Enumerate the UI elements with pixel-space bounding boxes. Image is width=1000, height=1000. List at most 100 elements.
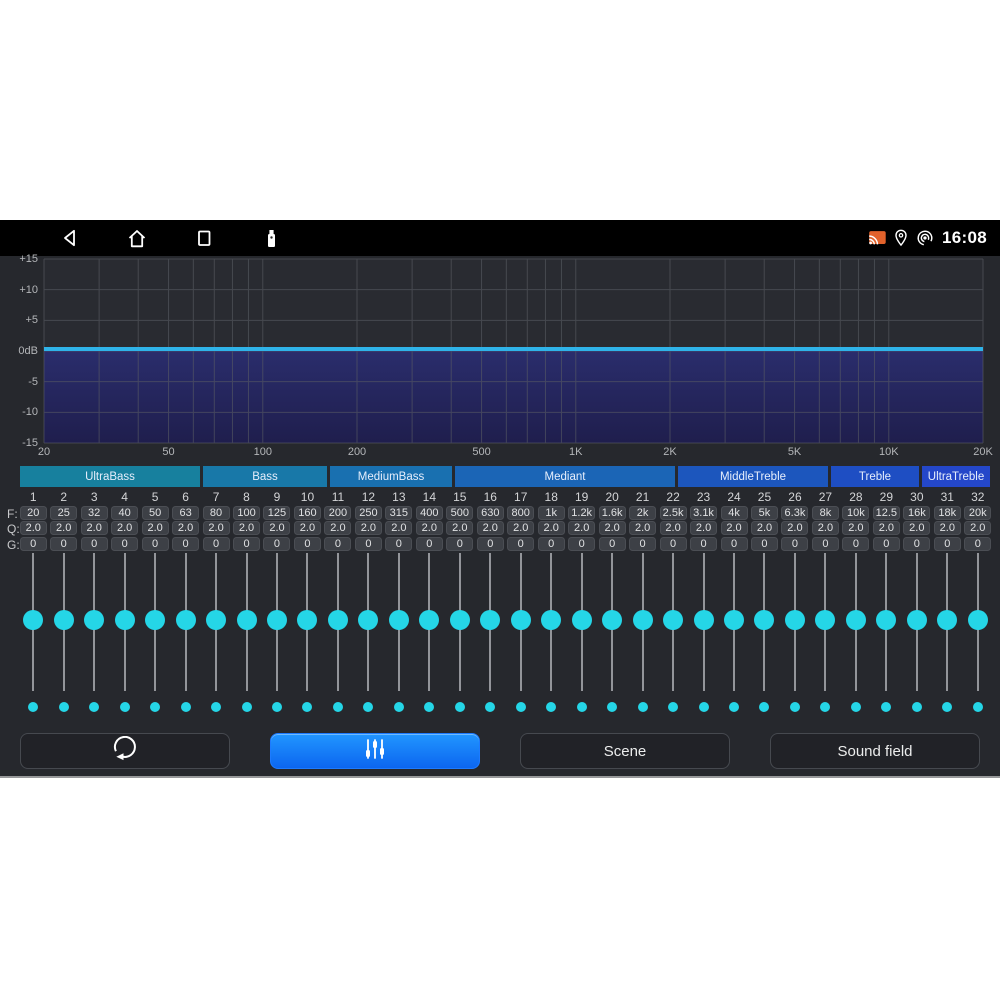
eq-band-slider[interactable] — [323, 552, 353, 732]
slider-thumb[interactable] — [328, 610, 348, 630]
band-number: 29 — [880, 490, 893, 504]
x-tick-label: 2K — [663, 446, 676, 458]
slider-thumb[interactable] — [633, 610, 653, 630]
sound-field-button-label: Sound field — [837, 743, 912, 760]
eq-band-slider[interactable] — [384, 552, 414, 732]
slider-thumb[interactable] — [815, 610, 835, 630]
eq-band-slider[interactable] — [445, 552, 475, 732]
slider-thumb[interactable] — [115, 610, 135, 630]
slider-thumb[interactable] — [937, 610, 957, 630]
slider-thumb[interactable] — [237, 610, 257, 630]
eq-band-slider[interactable] — [262, 552, 292, 732]
frequency-value: 1.2k — [568, 506, 595, 520]
q-value: 2.0 — [142, 521, 169, 535]
sound-field-button[interactable]: Sound field — [770, 733, 980, 769]
slider-thumb[interactable] — [297, 610, 317, 630]
slider-thumb[interactable] — [968, 610, 988, 630]
band-group-bass[interactable]: Bass — [203, 466, 327, 487]
slider-thumb[interactable] — [23, 610, 43, 630]
q-value: 2.0 — [263, 521, 290, 535]
slider-thumb[interactable] — [724, 610, 744, 630]
band-group-mediant[interactable]: Mediant — [455, 466, 675, 487]
band-group-ultratreble[interactable]: UltraTreble — [922, 466, 990, 487]
recents-icon[interactable] — [192, 226, 216, 250]
gain-value: 0 — [233, 537, 260, 551]
eq-band-slider[interactable] — [810, 552, 840, 732]
scene-button[interactable]: Scene — [520, 733, 730, 769]
frequency-value: 500 — [446, 506, 473, 520]
eq-band-slider[interactable] — [963, 552, 993, 732]
band-number: 15 — [453, 490, 466, 504]
eq-band-slider[interactable] — [475, 552, 505, 732]
equalizer-button[interactable] — [270, 733, 480, 769]
slider-thumb[interactable] — [206, 610, 226, 630]
eq-band-slider[interactable] — [353, 552, 383, 732]
eq-band-slider[interactable] — [506, 552, 536, 732]
frequency-value: 6.3k — [781, 506, 808, 520]
slider-thumb[interactable] — [419, 610, 439, 630]
slider-thumb[interactable] — [450, 610, 470, 630]
eq-band-slider[interactable] — [688, 552, 718, 732]
gain-value: 0 — [385, 537, 412, 551]
eq-band-slider[interactable] — [48, 552, 78, 732]
band-group-ultrabass[interactable]: UltraBass — [20, 466, 200, 487]
eq-band-slider[interactable] — [170, 552, 200, 732]
eq-band-slider[interactable] — [719, 552, 749, 732]
band-indicator-dot — [28, 702, 38, 712]
eq-band-slider[interactable] — [566, 552, 596, 732]
eq-band-slider[interactable] — [932, 552, 962, 732]
slider-thumb[interactable] — [785, 610, 805, 630]
reset-button[interactable] — [20, 733, 230, 769]
eq-band-slider[interactable] — [841, 552, 871, 732]
eq-band-slider[interactable] — [536, 552, 566, 732]
eq-band-slider[interactable] — [597, 552, 627, 732]
band-indicator-dot — [699, 702, 709, 712]
eq-band-slider[interactable] — [292, 552, 322, 732]
slider-thumb[interactable] — [84, 610, 104, 630]
band-group-treble[interactable]: Treble — [831, 466, 919, 487]
eq-band-slider[interactable] — [109, 552, 139, 732]
slider-thumb[interactable] — [54, 610, 74, 630]
slider-thumb[interactable] — [876, 610, 896, 630]
q-value: 2.0 — [172, 521, 199, 535]
slider-thumb[interactable] — [267, 610, 287, 630]
band-number: 14 — [423, 490, 436, 504]
eq-band-slider[interactable] — [749, 552, 779, 732]
slider-thumb[interactable] — [541, 610, 561, 630]
eq-band-slider[interactable] — [414, 552, 444, 732]
band-indicator-dot — [546, 702, 556, 712]
slider-thumb[interactable] — [754, 610, 774, 630]
footer-toolbar: Scene Sound field — [0, 732, 1000, 776]
band-group-mediumbass[interactable]: MediumBass — [330, 466, 452, 487]
eq-band-slider[interactable] — [902, 552, 932, 732]
slider-thumb[interactable] — [358, 610, 378, 630]
q-value: 2.0 — [568, 521, 595, 535]
slider-thumb[interactable] — [602, 610, 622, 630]
slider-thumb[interactable] — [480, 610, 500, 630]
slider-thumb[interactable] — [907, 610, 927, 630]
slider-thumb[interactable] — [145, 610, 165, 630]
frequency-value: 2k — [629, 506, 656, 520]
slider-thumb[interactable] — [176, 610, 196, 630]
band-indicator-dot — [455, 702, 465, 712]
eq-band-slider[interactable] — [658, 552, 688, 732]
eq-band-slider[interactable] — [201, 552, 231, 732]
slider-thumb[interactable] — [846, 610, 866, 630]
slider-thumb[interactable] — [663, 610, 683, 630]
eq-band-slider[interactable] — [79, 552, 109, 732]
slider-thumb[interactable] — [389, 610, 409, 630]
band-group-middletreble[interactable]: MiddleTreble — [678, 466, 828, 487]
eq-band-slider[interactable] — [627, 552, 657, 732]
eq-band-slider[interactable] — [18, 552, 48, 732]
eq-band-slider[interactable] — [231, 552, 261, 732]
eq-band-slider[interactable] — [871, 552, 901, 732]
usb-drive-icon[interactable] — [259, 226, 283, 250]
home-icon[interactable] — [125, 226, 149, 250]
eq-band-slider[interactable] — [780, 552, 810, 732]
slider-thumb[interactable] — [511, 610, 531, 630]
slider-thumb[interactable] — [572, 610, 592, 630]
back-icon[interactable] — [58, 226, 82, 250]
x-tick-label: 100 — [254, 446, 272, 458]
eq-band-slider[interactable] — [140, 552, 170, 732]
slider-thumb[interactable] — [694, 610, 714, 630]
